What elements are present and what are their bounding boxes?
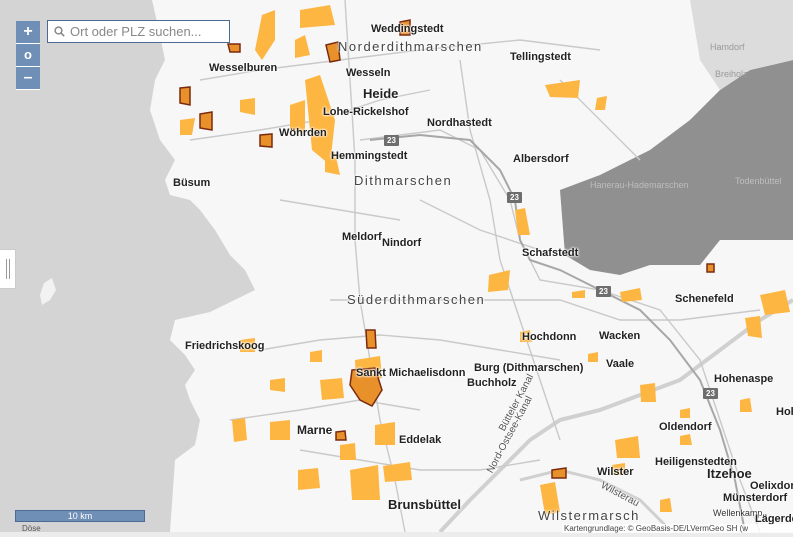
- road-shield-a23: 23: [703, 388, 718, 399]
- place-woehrden[interactable]: Wöhrden: [279, 127, 327, 139]
- road-shield-a23: 23: [384, 135, 399, 146]
- place-wesseln[interactable]: Wesseln: [346, 67, 390, 79]
- zoom-in-button[interactable]: +: [16, 21, 40, 44]
- place-tellingstedt[interactable]: Tellingstedt: [510, 51, 571, 63]
- place-friedrichskoog[interactable]: Friedrichskoog: [185, 340, 264, 352]
- place-nindorf[interactable]: Nindorf: [382, 237, 421, 249]
- place-marne[interactable]: Marne: [297, 423, 332, 437]
- place-schenefeld[interactable]: Schenefeld: [675, 293, 734, 305]
- place-brunsbuettel[interactable]: Brunsbüttel: [388, 497, 461, 512]
- grip-icon: [6, 259, 7, 279]
- place-buchholz[interactable]: Buchholz: [467, 377, 517, 389]
- place-hochdonn[interactable]: Hochdonn: [522, 331, 576, 343]
- place-st-michaelisdonn[interactable]: Sankt Michaelisdonn: [356, 367, 465, 379]
- place-todenbuettel: Todenbüttel: [735, 176, 782, 186]
- scale-bar: 10 km: [15, 510, 145, 522]
- sidebar-toggle-handle[interactable]: [0, 249, 16, 289]
- search-input[interactable]: [68, 23, 222, 40]
- region-suederdithmarschen: Süderdithmarschen: [347, 292, 486, 307]
- zoom-control: + o –: [16, 21, 40, 90]
- place-oldendorf[interactable]: Oldendorf: [659, 421, 712, 433]
- place-vaale[interactable]: Vaale: [606, 358, 634, 370]
- place-hohenaspe[interactable]: Hohenaspe: [714, 373, 773, 385]
- region-norderdithmarschen: Norderdithmarschen: [338, 39, 483, 54]
- place-heide[interactable]: Heide: [363, 86, 398, 101]
- place-nordhastedt[interactable]: Nordhastedt: [427, 117, 492, 129]
- place-wacken[interactable]: Wacken: [599, 330, 640, 342]
- place-wesselburen[interactable]: Wesselburen: [209, 62, 277, 74]
- place-wilster[interactable]: Wilster: [597, 466, 634, 478]
- place-oelixdorf[interactable]: Oelixdorf: [750, 480, 793, 492]
- place-itzehoe[interactable]: Itzehoe: [707, 466, 752, 481]
- place-schafstedt[interactable]: Schafstedt: [522, 247, 578, 259]
- place-hoh[interactable]: Hoh: [776, 406, 793, 418]
- map-canvas[interactable]: [0, 0, 793, 534]
- zoom-out-button[interactable]: –: [16, 67, 40, 90]
- search-box[interactable]: [47, 20, 230, 43]
- region-dithmarschen: Dithmarschen: [354, 173, 453, 188]
- search-icon: [54, 26, 65, 37]
- place-lohe-rickelshof[interactable]: Lohe-Rickelshof: [323, 106, 409, 118]
- road-shield-a23: 23: [507, 192, 522, 203]
- place-buesum[interactable]: Büsum: [173, 177, 210, 189]
- region-wilstermarsch: Wilstermarsch: [538, 508, 640, 523]
- land-area: [150, 0, 793, 532]
- place-meldorf[interactable]: Meldorf: [342, 231, 382, 243]
- place-hanerau-hademarschen: Hanerau-Hademarschen: [590, 180, 689, 190]
- place-albersdorf[interactable]: Albersdorf: [513, 153, 569, 165]
- place-weddingstedt[interactable]: Weddingstedt: [371, 23, 444, 35]
- place-eddelak[interactable]: Eddelak: [399, 434, 441, 446]
- place-burg[interactable]: Burg (Dithmarschen): [474, 362, 583, 374]
- zoom-home-button[interactable]: o: [16, 44, 40, 67]
- map-view[interactable]: [0, 0, 793, 534]
- place-hemmingstedt[interactable]: Hemmingstedt: [331, 150, 407, 162]
- place-muensterdorf[interactable]: Münsterdorf: [723, 492, 787, 504]
- place-hamdorf: Hamdorf: [710, 42, 745, 52]
- road-shield-a23: 23: [596, 286, 611, 297]
- place-breiholz: Breiholz: [715, 69, 748, 79]
